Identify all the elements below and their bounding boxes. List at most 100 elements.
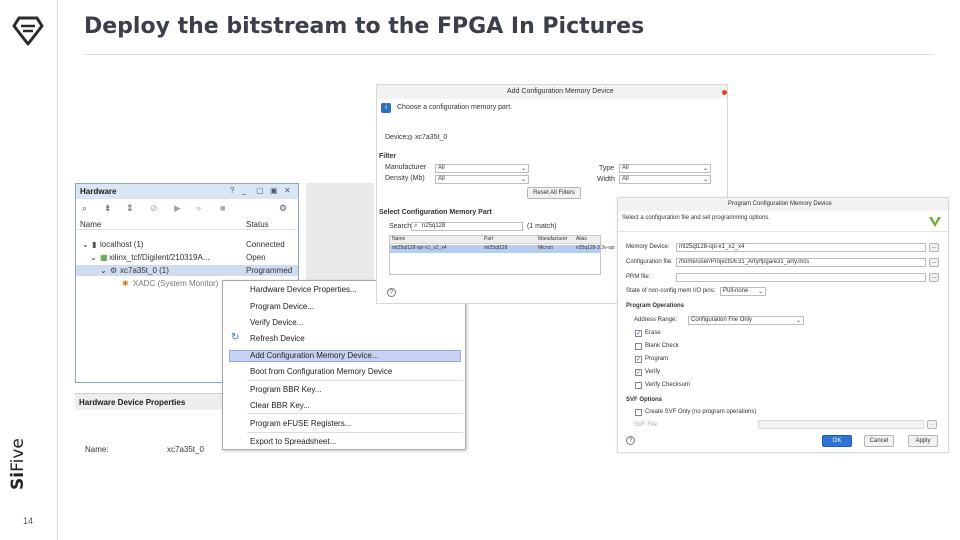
stop-icon[interactable]: ■ — [220, 203, 225, 213]
tree-row[interactable]: ⌄ ▮ localhost (1) Connected — [76, 239, 298, 250]
table-cell: n25q128-3.3v-spi — [576, 245, 615, 251]
ok-button[interactable]: OK — [822, 435, 852, 447]
title-underline — [84, 54, 934, 55]
browse-config-button[interactable]: … — [929, 258, 939, 267]
config-file-value: /home/user/Projects/E31_Arty/fpga/e31_ar… — [679, 259, 810, 265]
width-value: All — [622, 176, 629, 182]
prm-file-field[interactable] — [676, 273, 926, 282]
manufacturer-select[interactable]: All ⌄ — [435, 164, 529, 173]
menu-item-refresh-device[interactable]: Refresh Device — [250, 334, 305, 343]
program-checkbox[interactable]: ✓ — [635, 356, 642, 363]
table-row[interactable]: mt25ql128-spi-x1_x2_x4 mt25ql128 Micron … — [390, 245, 615, 253]
help-icon[interactable]: ? — [387, 288, 396, 297]
tree-row[interactable]: ⌄ ▦ xilinx_tcf/Digilent/210319A... Open — [76, 252, 298, 263]
menu-item-boot-config-memory[interactable]: Boot from Configuration Memory Device — [250, 367, 392, 376]
address-range-value: Configuration File Only — [691, 317, 753, 323]
restore-icon[interactable]: _ — [242, 186, 246, 196]
config-file-field[interactable]: /home/user/Projects/E31_Arty/fpga/e31_ar… — [676, 258, 926, 267]
browse-prm-button[interactable]: … — [929, 273, 939, 282]
program-config-memory-dialog: Program Configuration Memory Device Sele… — [617, 197, 949, 453]
state-pins-select[interactable]: Pull-none ⌄ — [720, 287, 766, 296]
parts-table-header: Name Part Manufacturer Alias — [390, 236, 600, 244]
menu-item-device-properties[interactable]: Hardware Device Properties... — [250, 285, 357, 294]
density-select[interactable]: All ⌄ — [435, 175, 529, 184]
expand-chevron-icon[interactable]: ⌄ — [82, 240, 89, 249]
monitor-icon: ✱ — [122, 279, 129, 288]
collapse-icon[interactable]: ⇟ — [104, 203, 112, 213]
refresh-icon: ↻ — [231, 332, 240, 343]
reset-filters-button[interactable]: Reset All Filters — [527, 187, 581, 199]
width-label: Width — [597, 176, 615, 183]
manufacturer-label: Manufacturer — [385, 164, 427, 171]
address-range-select[interactable]: Configuration File Only ⌄ — [688, 316, 804, 325]
menu-item-verify-device[interactable]: Verify Device... — [250, 318, 303, 327]
info-icon: i — [381, 103, 391, 113]
slide-title: Deploy the bitstream to the FPGA In Pict… — [84, 14, 645, 39]
erase-checkbox[interactable]: ✓ — [635, 330, 642, 337]
help-icon[interactable]: ? — [230, 186, 234, 196]
menu-item-clear-bbr-key[interactable]: Clear BBR Key... — [250, 401, 310, 410]
state-pins-label: State of non-config mem I/O pins: — [626, 288, 716, 294]
memory-device-field[interactable]: mt25ql128-spi-x1_x2_x4 — [676, 243, 926, 252]
context-menu: Hardware Device Properties... Program De… — [222, 280, 466, 450]
maximize-icon[interactable]: ▣ — [270, 186, 278, 196]
memory-device-value: mt25ql128-spi-x1_x2_x4 — [679, 244, 745, 250]
column-header: Name — [392, 236, 406, 242]
tree-row-selected[interactable]: ⌄ ⚙ xc7a35t_0 (1) Programmed — [76, 265, 298, 276]
table-cell: Micron — [538, 245, 554, 251]
svf-options-label: SVF Options — [626, 397, 662, 403]
create-svf-label: Create SVF Only (no program operations) — [645, 409, 757, 415]
verify-checkbox[interactable]: ✓ — [635, 369, 642, 376]
column-name: Name — [80, 220, 102, 229]
apply-button[interactable]: Apply — [908, 435, 938, 447]
tree-row-status: Programmed — [246, 266, 293, 275]
menu-item-program-device[interactable]: Program Device... — [250, 302, 314, 311]
tree-row-status: Connected — [246, 240, 285, 249]
divider — [618, 231, 948, 232]
chevron-down-icon: ⌄ — [757, 289, 763, 295]
disconnect-icon[interactable]: ⊘ — [150, 203, 158, 213]
menu-item-export-spreadsheet[interactable]: Export to Spreadsheet... — [250, 437, 336, 446]
skip-icon[interactable]: » — [196, 203, 201, 213]
svf-file-field[interactable] — [758, 420, 924, 429]
menu-item-program-bbr-key[interactable]: Program BBR Key... — [250, 385, 321, 394]
blank-check-checkbox[interactable] — [635, 343, 642, 350]
tree-row-name: XADC (System Monitor) — [133, 279, 219, 288]
browse-svf-button[interactable]: … — [927, 420, 937, 429]
browse-memory-button[interactable]: … — [929, 243, 939, 252]
dialog-title: Add Configuration Memory Device — [507, 88, 614, 95]
part-search-input[interactable]: ⌕ n25q128 — [411, 222, 523, 231]
property-name-label: Name: — [85, 445, 109, 454]
dialog-subtitle: Select a configuration file and set prog… — [622, 215, 771, 221]
expand-chevron-icon[interactable]: ⌄ — [100, 266, 107, 275]
type-select[interactable]: All ⌄ — [619, 164, 711, 173]
option-label: Program — [645, 356, 669, 362]
create-svf-checkbox[interactable] — [635, 409, 642, 416]
chevron-down-icon: ⌄ — [702, 177, 708, 183]
chevron-down-icon: ⌄ — [795, 318, 801, 324]
hardware-tree-header: Name Status — [76, 218, 298, 230]
hardware-panel-title: Hardware — [80, 187, 117, 196]
verify-checksum-checkbox[interactable] — [635, 382, 642, 389]
width-select[interactable]: All ⌄ — [619, 175, 711, 184]
cancel-button[interactable]: Cancel — [864, 435, 894, 447]
close-icon[interactable]: ✕ — [284, 186, 291, 196]
run-icon[interactable]: ▶ — [174, 203, 181, 213]
expand-chevron-icon[interactable]: ⌄ — [90, 253, 97, 262]
search-icon[interactable]: ⌕ — [82, 203, 87, 213]
chevron-down-icon: ⌄ — [702, 166, 708, 172]
board-icon: ▦ — [100, 253, 108, 262]
expand-icon[interactable]: ⇕ — [126, 203, 134, 213]
filter-label: Filter — [379, 153, 397, 160]
properties-panel-title: Hardware Device Properties — [79, 398, 186, 407]
address-range-label: Address Range: — [634, 317, 678, 323]
column-header: Part — [484, 236, 494, 242]
menu-item-program-efuse[interactable]: Program eFUSE Registers... — [250, 419, 351, 428]
menu-item-add-config-memory[interactable]: Add Configuration Memory Device... — [250, 351, 379, 360]
gear-icon[interactable]: ⚙ — [279, 203, 287, 213]
tree-row-status: Open — [246, 253, 266, 262]
help-icon[interactable]: ? — [626, 436, 635, 445]
minimize-icon[interactable]: ▢ — [256, 186, 264, 196]
close-icon[interactable] — [722, 90, 727, 95]
hardware-panel-header: Hardware ? _ ▢ ▣ ✕ — [76, 184, 298, 199]
